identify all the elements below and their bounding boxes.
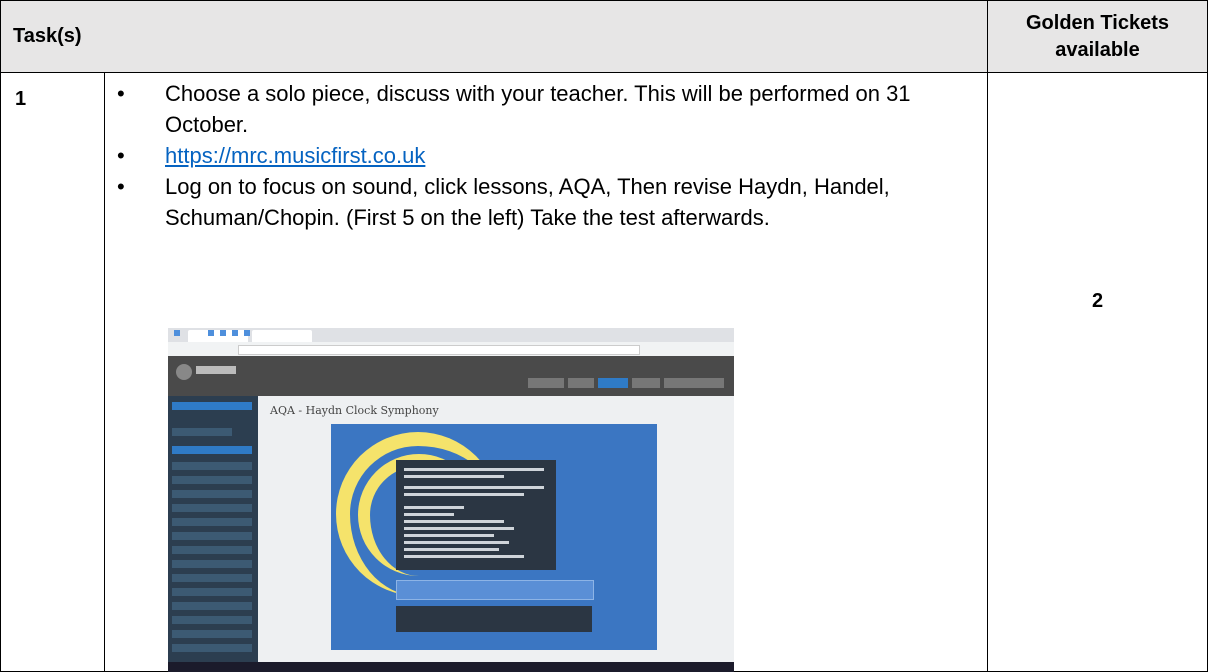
start-lesson-button[interactable] [396, 580, 594, 600]
header-task-cell: Task(s) [0, 0, 988, 73]
focus-on-sound-logo-icon [176, 364, 192, 380]
browser-url-field [238, 345, 640, 355]
results-button[interactable] [396, 606, 592, 632]
golden-tickets-cell: 2 [987, 72, 1208, 672]
task-number-cell: 1 [0, 72, 105, 672]
bullet-solo-piece: Choose a solo piece, discuss with your t… [105, 78, 945, 140]
bullet-log-on: Log on to focus on sound, click lessons,… [105, 171, 945, 233]
musicfirst-link[interactable]: https://mrc.musicfirst.co.uk [165, 143, 425, 168]
lesson-title: AQA - Haydn Clock Symphony [270, 404, 439, 417]
header-golden-line2: available [1055, 39, 1140, 61]
task-description-cell: Choose a solo piece, discuss with your t… [104, 72, 988, 672]
header-golden-cell: Golden Tickets available [987, 0, 1208, 73]
golden-tickets-count: 2 [1091, 290, 1104, 312]
bullet-link: https://mrc.musicfirst.co.uk [105, 140, 945, 171]
app-header [168, 356, 734, 396]
task-table: Task(s) Golden Tickets available 1 Choos… [0, 0, 1208, 672]
embedded-screenshot: AQA - Haydn Clock Symphony [168, 328, 734, 672]
browser-tab-bar [168, 328, 734, 342]
windows-taskbar [168, 662, 734, 672]
task-number: 1 [15, 88, 27, 110]
task-bullet-list: Choose a solo piece, discuss with your t… [105, 78, 945, 233]
header-golden-line1: Golden Tickets [1025, 12, 1169, 34]
header-task-label: Task(s) [13, 25, 82, 47]
